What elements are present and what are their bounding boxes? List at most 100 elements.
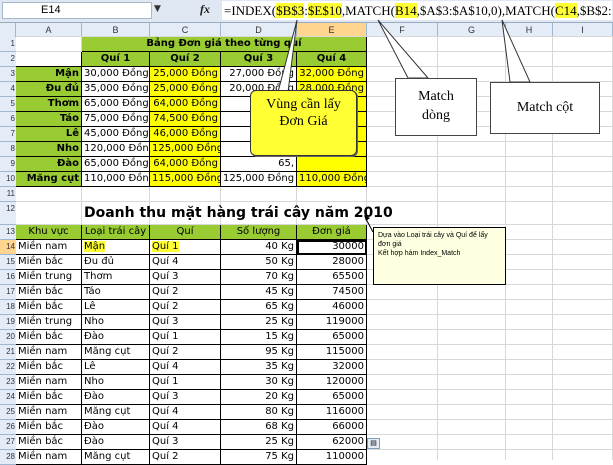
price-cell[interactable]: 125,000 Đồng [150,142,221,157]
sales-cell[interactable]: Đào [82,420,150,435]
price-cell[interactable]: 75,000 Đồng [82,112,150,127]
sales-cell[interactable]: Miền nam [16,375,82,390]
row-header[interactable]: 15 [0,255,16,270]
sales-cell[interactable]: 46000 [297,300,367,315]
sales-cell[interactable]: 20 Kg [221,390,297,405]
sales-cell[interactable]: 65 Kg [221,300,297,315]
sales-cell[interactable]: 25 Kg [221,435,297,450]
function-icon[interactable]: fx [200,2,210,17]
sales-cell[interactable]: Miền bắc [16,435,82,450]
column-header[interactable]: C [150,23,221,37]
row-header[interactable]: 19 [0,315,16,330]
sales-cell[interactable]: 70 Kg [221,270,297,285]
sales-cell[interactable]: 28000 [297,255,367,270]
price-cell[interactable]: 25,000 Đồng [150,67,221,82]
sales-cell[interactable]: Quí 1 [150,375,221,390]
sales-cell[interactable]: Lê [82,300,150,315]
row-header[interactable]: 21 [0,345,16,360]
sales-cell[interactable]: Miền bắc [16,285,82,300]
price-cell[interactable]: 35,000 Đồng [82,82,150,97]
sales-cell[interactable]: Lê [82,360,150,375]
paste-options-icon[interactable]: ▤ [367,438,380,449]
sales-cell[interactable]: 115000 [297,345,367,360]
row-header[interactable]: 1 [0,37,16,52]
sales-cell[interactable]: Đào [82,390,150,405]
sales-cell[interactable]: Đu đủ [82,255,150,270]
row-header[interactable]: 22 [0,360,16,375]
column-header[interactable]: G [438,23,506,37]
column-header[interactable]: B [82,23,150,37]
price-cell[interactable]: 125,000 Đồng [221,172,297,187]
sales-cell[interactable]: Nho [82,315,150,330]
sales-cell[interactable]: 74500 [297,285,367,300]
sales-cell[interactable]: Miền nam [16,345,82,360]
sales-cell[interactable]: Măng cụt [82,345,150,360]
price-cell[interactable]: 25,000 Đồng [150,82,221,97]
sales-cell[interactable]: Quí 1 [150,330,221,345]
price-cell[interactable]: 65,000 Đồng [82,157,150,172]
row-header[interactable]: 18 [0,300,16,315]
row-header[interactable]: 23 [0,375,16,390]
row-header[interactable]: 16 [0,270,16,285]
sales-cell[interactable]: 15 Kg [221,330,297,345]
sales-cell[interactable]: Quí 2 [150,285,221,300]
sales-cell[interactable]: Nho [82,375,150,390]
price-cell[interactable]: 65, [221,157,297,172]
sales-cell[interactable]: Quí 2 [150,345,221,360]
sales-cell[interactable]: Miền nam [16,240,82,255]
sales-cell[interactable]: 95 Kg [221,345,297,360]
row-header[interactable]: 12 [0,202,16,225]
price-cell[interactable]: 32,000 Đồng [297,67,367,82]
price-cell[interactable]: 64,000 Đồng [150,157,221,172]
sales-cell[interactable]: 80 Kg [221,405,297,420]
sales-cell[interactable]: Quí 3 [150,315,221,330]
sales-cell[interactable]: Miền bắc [16,330,82,345]
row-header[interactable]: 28 [0,450,16,465]
sales-cell[interactable]: Quí 3 [150,270,221,285]
price-cell[interactable]: 27,000 Đồng [221,67,297,82]
row-header[interactable]: 5 [0,97,16,112]
sales-cell[interactable]: Quí 4 [150,420,221,435]
price-cell[interactable]: 115,000 Đồng [150,172,221,187]
sales-cell[interactable]: Quí 4 [150,405,221,420]
sales-cell[interactable]: 66000 [297,420,367,435]
sales-cell[interactable]: Quí 2 [150,450,221,465]
row-header[interactable]: 25 [0,405,16,420]
row-header[interactable]: 14 [0,240,16,255]
sales-cell[interactable]: 30 Kg [221,375,297,390]
row-header[interactable]: 27 [0,435,16,450]
sales-cell[interactable]: Miền trung [16,315,82,330]
row-header[interactable]: 2 [0,52,16,67]
chevron-down-icon[interactable]: ▼ [154,4,161,14]
row-header[interactable]: 8 [0,142,16,157]
sales-cell[interactable]: 50 Kg [221,255,297,270]
formula-input[interactable]: =INDEX($B$3:$E$10,MATCH(B14,$A$3:$A$10,0… [222,1,612,20]
row-header[interactable]: 7 [0,127,16,142]
sales-cell[interactable]: Đào [82,330,150,345]
sales-cell[interactable]: 45 Kg [221,285,297,300]
sales-cell[interactable]: 25 Kg [221,315,297,330]
sales-cell[interactable]: Quí 3 [150,390,221,405]
row-header[interactable]: 13 [0,225,16,240]
sales-cell[interactable]: Quí 4 [150,360,221,375]
row-header[interactable]: 6 [0,112,16,127]
column-header[interactable]: I [553,23,613,37]
row-header[interactable]: 17 [0,285,16,300]
column-header[interactable]: F [367,23,438,37]
row-header[interactable]: 10 [0,172,16,187]
sales-cell[interactable]: Miền bắc [16,360,82,375]
sales-cell[interactable]: Táo [82,285,150,300]
price-cell[interactable]: 64,000 Đồng [150,97,221,112]
sales-cell[interactable]: 110000 [297,450,367,465]
sales-cell[interactable]: Miền bắc [16,390,82,405]
sales-cell[interactable]: 65000 [297,390,367,405]
row-header[interactable]: 3 [0,67,16,82]
price-cell[interactable]: 45,000 Đồng [82,127,150,142]
sales-cell[interactable]: Quí 1 [150,240,221,255]
row-header[interactable]: 4 [0,82,16,97]
sales-cell[interactable]: Miền nam [16,450,82,465]
row-header[interactable]: 24 [0,390,16,405]
row-header[interactable]: 26 [0,420,16,435]
row-header[interactable]: 20 [0,330,16,345]
sales-cell[interactable]: Thơm [82,270,150,285]
